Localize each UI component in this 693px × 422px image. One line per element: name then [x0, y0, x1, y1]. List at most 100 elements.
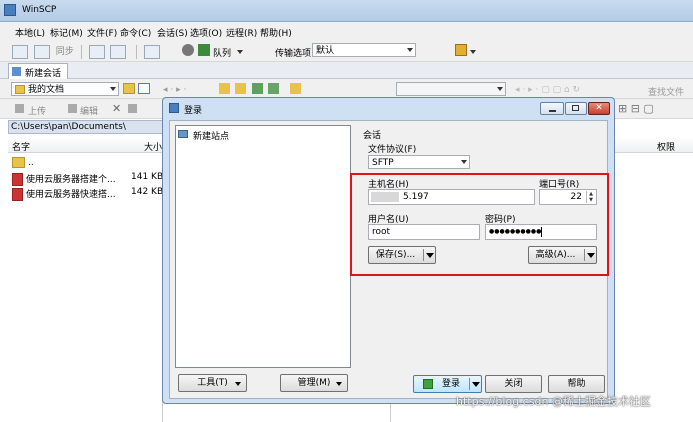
edit-label[interactable]: 编辑	[80, 104, 98, 117]
maximize-icon	[572, 105, 579, 111]
menu-local[interactable]: 本地(L)	[15, 26, 45, 39]
username-input[interactable]: root	[368, 224, 480, 240]
bookmarks-icon[interactable]	[290, 83, 301, 94]
queue-label[interactable]: 队列	[213, 46, 231, 59]
column-size-header[interactable]: 大小	[144, 140, 162, 153]
close-button[interactable]: 关闭	[485, 375, 542, 393]
login-dialog-client: 新建站点 工具(T) 管理(M) 会话 文件协议(F) SFTP 主机名(H) …	[169, 120, 609, 399]
transfer-settings-select[interactable]: 默认	[312, 43, 416, 57]
login-icon	[169, 103, 179, 113]
menu-options[interactable]: 选项(O)	[190, 26, 222, 39]
root-dir-icon[interactable]	[235, 83, 246, 94]
minimize-icon	[549, 110, 556, 112]
parent-dir-icon[interactable]	[219, 83, 230, 94]
upload-icon[interactable]	[15, 104, 24, 113]
queue-dropdown-icon[interactable]	[237, 50, 243, 54]
site-item-label: 新建站点	[193, 132, 230, 142]
column-name-header[interactable]: 名字	[12, 140, 30, 153]
sync-label[interactable]: 同步	[56, 47, 74, 57]
host-input[interactable]: 5.197	[368, 189, 535, 205]
remote-location-select[interactable]	[396, 82, 506, 96]
menu-help[interactable]: 帮助(H)	[260, 26, 292, 39]
local-list-header: 名字 大小	[8, 137, 163, 153]
menu-remote[interactable]: 远程(R)	[226, 26, 257, 39]
session-tab-strip: 新建会话	[0, 62, 693, 79]
menu-session[interactable]: 会话(S)	[157, 26, 188, 39]
list-item[interactable]: ..	[12, 157, 34, 168]
gear-icon[interactable]	[182, 44, 194, 56]
login-button[interactable]: 登录	[413, 375, 482, 393]
advanced-dropdown-icon[interactable]	[587, 253, 595, 258]
new-session-icon	[12, 67, 21, 76]
port-spinner-icon[interactable]: ▲ ▼	[586, 191, 595, 203]
filter-icon[interactable]	[138, 83, 150, 94]
login-button-icon	[423, 379, 433, 389]
help-button[interactable]: 帮助	[548, 375, 605, 393]
compare-icon[interactable]	[12, 44, 28, 59]
main-toolbar: 同步 队列 传输选项 默认	[0, 40, 693, 62]
transfer-settings-dropdown-icon[interactable]	[470, 50, 476, 54]
local-path-bar: C:\Users\pan\Documents\	[8, 120, 163, 134]
delete-icon[interactable]: ✕	[112, 102, 121, 115]
save-dropdown-icon[interactable]	[426, 253, 434, 258]
login-dialog-titlebar: 登录 ✕	[163, 98, 614, 118]
watermark: https://blog.csdn @稀土掘金技术社区	[456, 395, 651, 408]
login-dialog-title: 登录	[184, 106, 203, 116]
tools-button[interactable]: 工具(T)	[178, 374, 247, 392]
login-dialog: 登录 ✕ 新建站点 工具(T) 管理(M) 会话 文件协议(F) SFTP 主机…	[162, 97, 615, 404]
local-location-select[interactable]: 我的文档	[11, 82, 119, 96]
properties-icon[interactable]	[128, 104, 137, 113]
site-tree: 新建站点	[175, 125, 351, 368]
advanced-button[interactable]: 高级(A)...	[528, 246, 597, 264]
documents-folder-icon	[15, 85, 25, 94]
close-icon[interactable]: ✕	[588, 102, 610, 115]
edit-icon[interactable]	[68, 104, 77, 113]
main-titlebar: WinSCP	[0, 0, 693, 22]
text-caret	[541, 226, 543, 237]
winscp-logo-icon	[4, 4, 16, 16]
remote-nav-icons[interactable]: ◂ · ▸ · ▢ ▢ ⌂ ↻	[515, 85, 580, 95]
queue-icon[interactable]	[198, 44, 210, 56]
login-dropdown-icon[interactable]	[472, 382, 480, 387]
open-folder-icon[interactable]	[123, 83, 135, 94]
redacted-host-block	[371, 192, 399, 202]
preferences-icon[interactable]	[144, 44, 161, 59]
terminal-icon[interactable]	[110, 44, 127, 59]
remote-find-label[interactable]: 查找文件	[648, 85, 684, 98]
upload-label[interactable]: 上传	[28, 104, 46, 117]
sync-browse-icon[interactable]	[33, 44, 50, 59]
pdf-file-icon	[12, 188, 23, 201]
local-back-icon[interactable]: ◂ · ▸ ·	[163, 85, 186, 95]
home-icon[interactable]	[252, 83, 263, 94]
protocol-select[interactable]: SFTP	[368, 155, 470, 169]
save-button[interactable]: 保存(S)...	[368, 246, 436, 264]
maximize-button[interactable]	[565, 102, 587, 115]
port-input[interactable]: 22 ▲ ▼	[539, 189, 597, 205]
refresh-icon[interactable]	[268, 83, 279, 94]
column-rights-header[interactable]: 权限	[657, 140, 675, 153]
computer-icon	[178, 130, 188, 138]
password-input[interactable]: ●●●●●●●●●●	[485, 224, 597, 240]
transfer-options-label: 传输选项	[275, 49, 312, 59]
parent-folder-icon	[12, 157, 25, 168]
list-item[interactable]: 使用云服务器搭建个... 141 KB	[12, 172, 163, 186]
menu-bar: 本地(L) 标记(M) 文件(F) 命令(C) 会话(S) 选项(O) 远程(R…	[0, 22, 693, 40]
local-file-list: 名字 大小 .. 使用云服务器搭建个... 141 KB 使用云服务器快速搭..…	[8, 135, 163, 422]
transfer-settings-icon[interactable]	[455, 44, 467, 56]
manage-button[interactable]: 管理(M)	[280, 374, 348, 392]
pdf-file-icon	[12, 173, 23, 186]
session-group-label: 会话	[363, 131, 382, 141]
list-item[interactable]: 使用云服务器快速搭... 142 KB	[12, 187, 163, 201]
local-path: C:\Users\pan\Documents\	[11, 122, 126, 132]
menu-file[interactable]: 文件(F)	[87, 26, 117, 39]
tab-new-session-label: 新建会话	[25, 69, 62, 79]
app-title: WinSCP	[22, 5, 57, 15]
remote-new-icon[interactable]: ⊞ ⊟ ▢	[618, 102, 654, 115]
tab-new-session[interactable]: 新建会话	[8, 63, 68, 79]
console-icon[interactable]	[88, 44, 105, 59]
menu-commands[interactable]: 命令(C)	[120, 26, 151, 39]
panel-address-toolbar: 我的文档 ◂ · ▸ · ◂ · ▸ · ▢ ▢ ⌂ ↻ 查找文件	[0, 79, 693, 99]
minimize-button[interactable]	[540, 102, 564, 115]
menu-mark[interactable]: 标记(M)	[50, 26, 83, 39]
tools-dropdown-icon	[235, 382, 241, 386]
